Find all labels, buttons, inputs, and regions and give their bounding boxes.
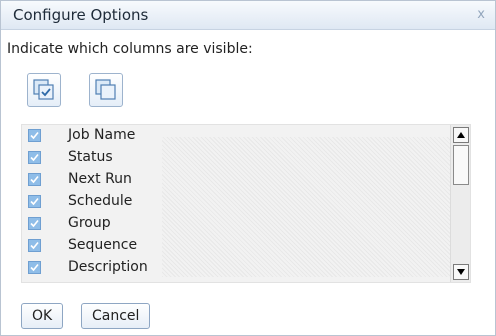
deselect-all-icon (95, 79, 116, 100)
select-all-button[interactable] (27, 73, 61, 107)
column-checkbox[interactable] (28, 239, 41, 252)
column-option-row[interactable]: Group (22, 214, 450, 236)
column-option-label: Description (68, 259, 148, 275)
column-option-label: Sequence (68, 237, 138, 253)
column-checkbox[interactable] (28, 217, 41, 230)
close-icon[interactable]: x (477, 7, 485, 22)
configure-options-dialog: Configure Options x Indicate which colum… (0, 0, 496, 336)
title-bar: Configure Options x (1, 1, 495, 30)
instructions-text: Indicate which columns are visible: (7, 41, 253, 57)
column-option-label: Next Run (68, 171, 132, 187)
checkmark-icon (30, 153, 39, 162)
checkmark-icon (30, 241, 39, 250)
checkmark-icon (30, 175, 39, 184)
column-option-row[interactable]: Sequence (22, 236, 450, 258)
column-option-row[interactable]: Job Name (22, 126, 450, 148)
column-option-label: Schedule (68, 193, 133, 209)
column-option-label: Job Name (68, 127, 136, 143)
column-option-row[interactable]: Next Run (22, 170, 450, 192)
column-option-label: Group (68, 215, 111, 231)
checkmark-icon (30, 131, 39, 140)
dialog-title: Configure Options (13, 6, 149, 24)
checkmark-icon (30, 263, 39, 272)
arrow-down-icon (457, 269, 465, 275)
column-checkbox[interactable] (28, 129, 41, 142)
scroll-up-button[interactable] (453, 127, 469, 143)
column-option-label: Status (68, 149, 113, 165)
column-option-row[interactable]: Description (22, 258, 450, 280)
list-scrollbar[interactable] (450, 125, 470, 282)
column-option-row[interactable]: Schedule (22, 192, 450, 214)
column-checkbox[interactable] (28, 261, 41, 274)
scroll-thumb[interactable] (453, 145, 469, 185)
column-list: Job Name Status Next Run Schedule Group Seque… (21, 124, 471, 283)
scroll-down-button[interactable] (453, 264, 469, 280)
cancel-button[interactable]: Cancel (81, 303, 151, 329)
select-all-icon (33, 79, 54, 100)
column-checkbox[interactable] (28, 173, 41, 186)
column-checkbox[interactable] (28, 195, 41, 208)
column-checkbox[interactable] (28, 151, 41, 164)
deselect-all-button[interactable] (89, 73, 123, 107)
checkmark-icon (30, 197, 39, 206)
arrow-up-icon (457, 132, 465, 138)
column-option-row[interactable]: Status (22, 148, 450, 170)
checkmark-icon (30, 219, 39, 228)
ok-button[interactable]: OK (21, 303, 64, 329)
